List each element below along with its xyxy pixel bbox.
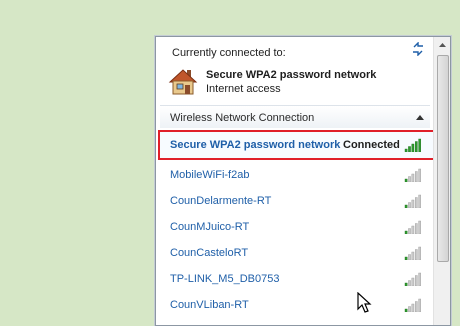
refresh-icon[interactable] <box>411 42 425 56</box>
signal-icon <box>404 194 422 208</box>
network-item[interactable]: CounMJuico-RT <box>160 215 430 239</box>
scroll-up-icon[interactable] <box>434 37 451 54</box>
mouse-cursor-icon <box>357 292 372 313</box>
current-connection-name: Secure WPA2 password network <box>206 69 377 81</box>
wireless-section-header[interactable]: Wireless Network Connection <box>160 105 430 128</box>
signal-icon <box>404 246 422 260</box>
network-name: CounDelarmente-RT <box>170 195 272 207</box>
house-icon <box>168 69 198 95</box>
section-label: Wireless Network Connection <box>170 112 315 124</box>
network-name: CounCasteloRT <box>170 247 249 259</box>
signal-icon <box>404 272 422 286</box>
network-item[interactable]: CounDelarmente-RT <box>160 189 430 213</box>
currently-connected-label: Currently connected to: <box>172 47 286 59</box>
signal-icon <box>404 220 422 234</box>
chevron-up-icon[interactable] <box>416 114 424 120</box>
scroll-thumb[interactable] <box>437 55 449 262</box>
signal-icon <box>404 168 422 182</box>
network-name: TP-LINK_M5_DB0753 <box>170 273 280 285</box>
network-name: Secure WPA2 password network <box>170 139 341 151</box>
network-item[interactable]: CounVLiban-RT <box>160 293 430 317</box>
network-name: CounVLiban-RT <box>170 299 249 311</box>
network-item[interactable]: TP-LINK_M5_DB0753 <box>160 267 430 291</box>
wireless-networks-panel: Currently connected to: Secure WPA2 pass… <box>155 36 451 326</box>
network-item-active[interactable]: Secure WPA2 password network Connected <box>158 130 435 160</box>
signal-icon <box>404 138 422 152</box>
connection-header: Currently connected to: Secure WPA2 pass… <box>156 37 433 97</box>
network-name: CounMJuico-RT <box>170 221 250 233</box>
network-state: Connected <box>343 139 400 151</box>
network-name: MobileWiFi-f2ab <box>170 169 250 181</box>
network-item[interactable]: MobileWiFi-f2ab <box>160 163 430 187</box>
network-item[interactable]: CounCasteloRT <box>160 241 430 265</box>
vertical-scrollbar[interactable] <box>433 37 451 325</box>
current-connection-status: Internet access <box>206 83 281 95</box>
signal-icon <box>404 298 422 312</box>
